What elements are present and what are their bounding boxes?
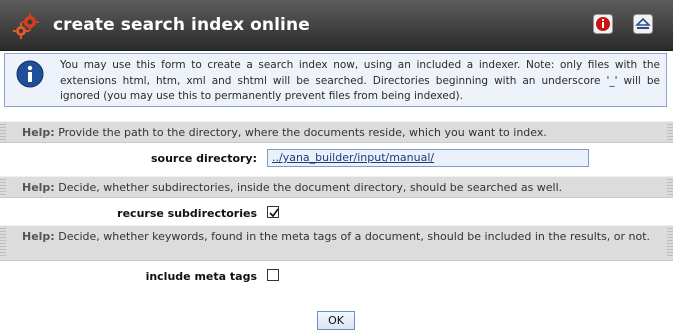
ok-button[interactable]: OK xyxy=(317,311,355,330)
help-strip-left xyxy=(0,228,6,258)
info-box: You may use this form to create a search… xyxy=(4,53,667,107)
help-strip-right xyxy=(667,179,673,195)
info-icon[interactable] xyxy=(593,14,613,34)
recurse-subdirectories-checkbox[interactable] xyxy=(267,206,279,218)
source-directory-input[interactable]: ../yana_builder/input/manual/ xyxy=(267,149,589,167)
help-label: Help: xyxy=(22,181,55,194)
info-circle-icon xyxy=(16,60,44,88)
include-meta-tags-label: include meta tags xyxy=(145,270,257,283)
recurse-subdirectories-row: recurse subdirectories xyxy=(0,203,673,225)
help-row-meta-tags: Help: Decide, whether keywords, found in… xyxy=(0,225,673,261)
source-directory-label: source directory: xyxy=(150,152,257,165)
help-strip-right xyxy=(667,124,673,140)
help-row-source-directory: Help: Provide the path to the directory,… xyxy=(0,121,673,143)
info-text: You may use this form to create a search… xyxy=(60,59,660,102)
checkmark-icon xyxy=(269,208,279,218)
help-strip-right xyxy=(667,228,673,258)
gears-icon xyxy=(12,12,40,40)
help-strip-left xyxy=(0,124,6,140)
include-meta-tags-row: include meta tags xyxy=(0,266,673,288)
source-directory-row: source directory: ../yana_builder/input/… xyxy=(0,148,673,170)
help-text: Decide, whether keywords, found in the m… xyxy=(58,230,651,243)
include-meta-tags-checkbox[interactable] xyxy=(267,269,279,281)
help-strip-left xyxy=(0,179,6,195)
window-header: create search index online xyxy=(0,0,673,51)
help-text: Decide, whether subdirectories, inside t… xyxy=(58,181,563,194)
page-title: create search index online xyxy=(53,15,310,35)
help-label: Help: xyxy=(22,230,55,243)
help-row-recurse: Help: Decide, whether subdirectories, in… xyxy=(0,176,673,198)
help-label: Help: xyxy=(22,126,55,139)
help-text: Provide the path to the directory, where… xyxy=(58,126,547,139)
collapse-icon[interactable] xyxy=(633,14,653,34)
recurse-subdirectories-label: recurse subdirectories xyxy=(117,207,257,220)
